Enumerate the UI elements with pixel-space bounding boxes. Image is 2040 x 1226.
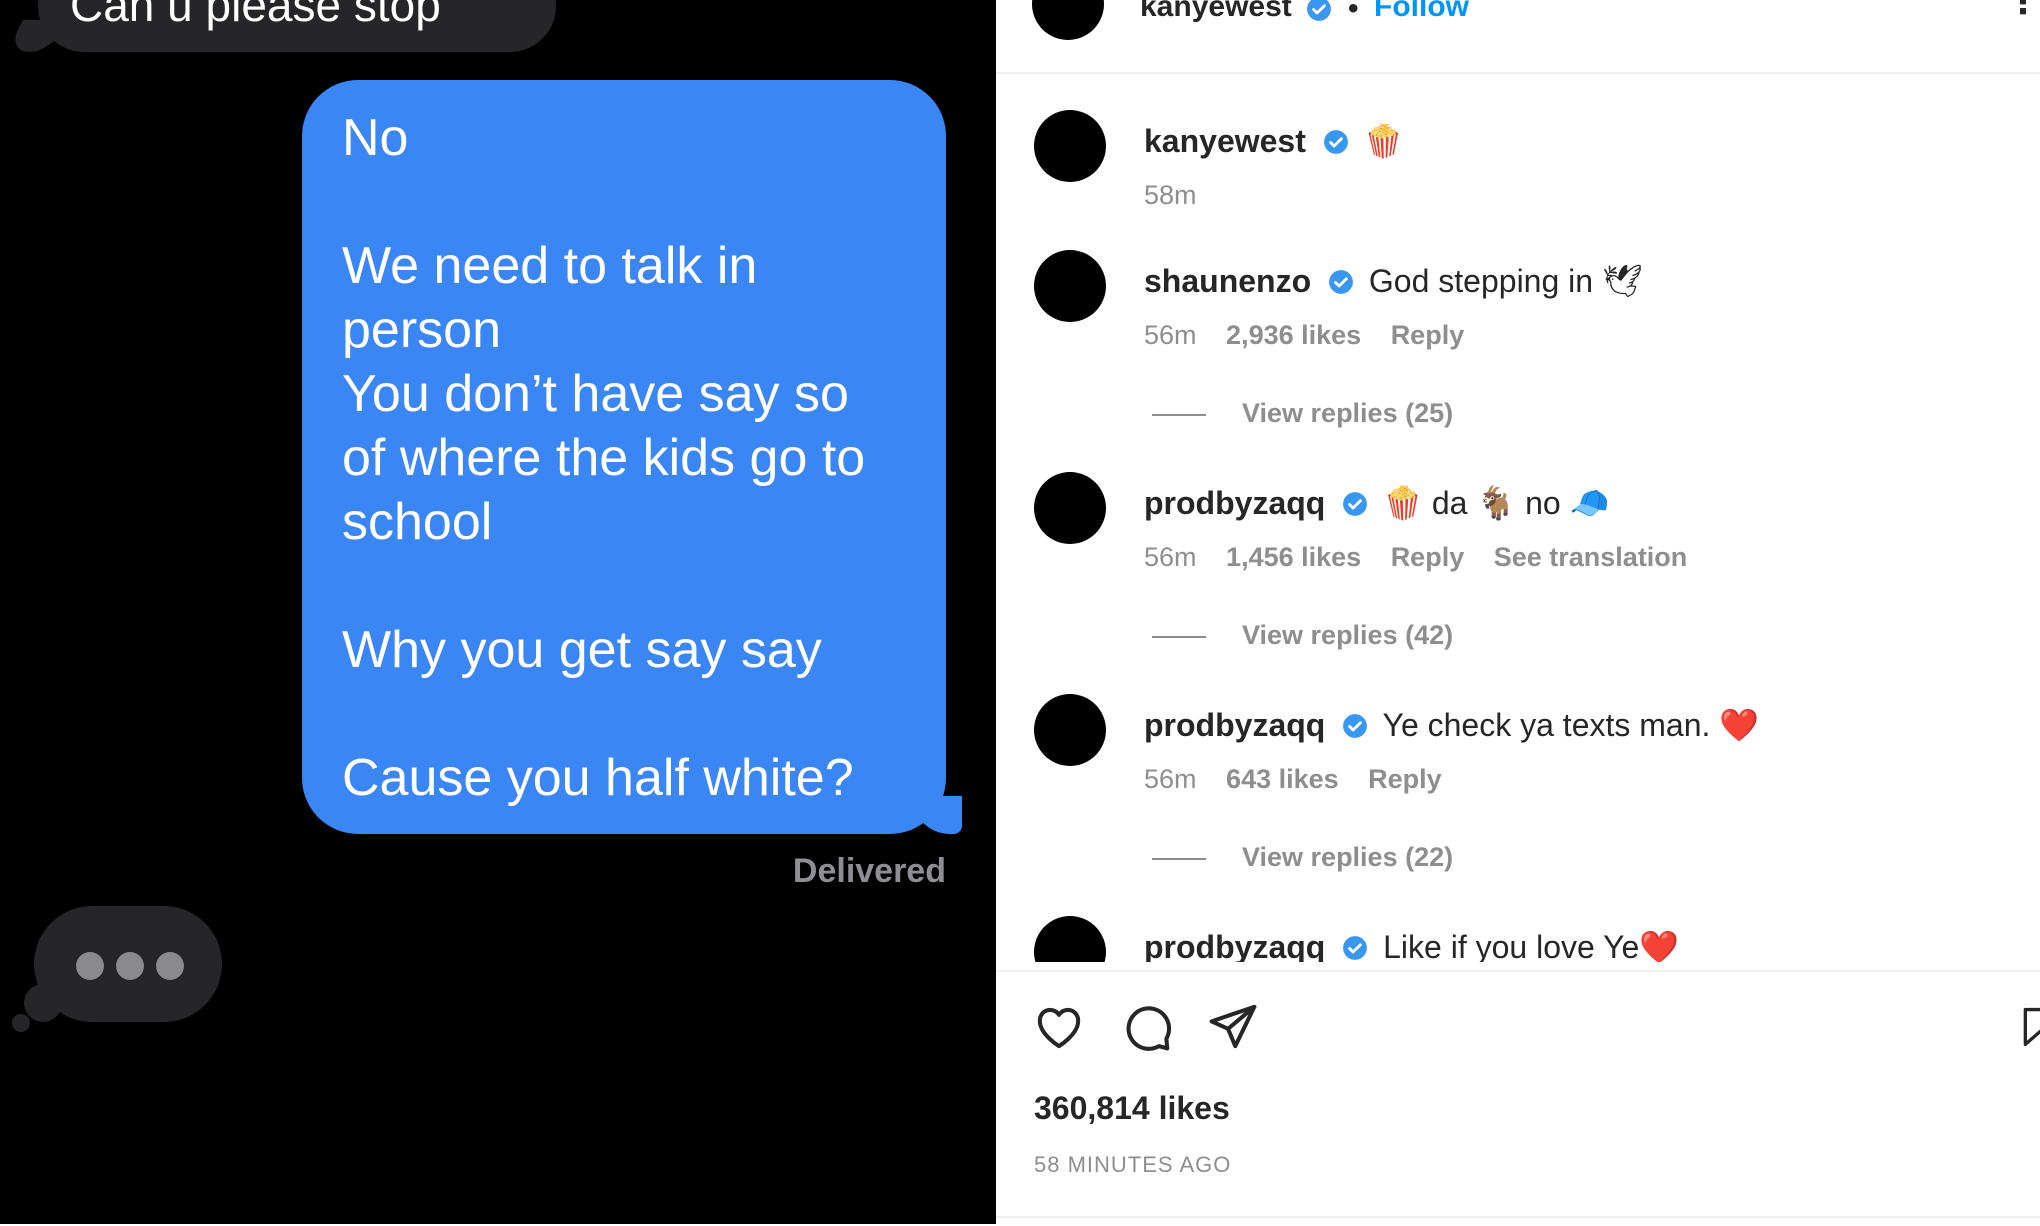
caption-emoji: 🍿 [1363, 123, 1404, 159]
sent-message-line: We need to talk in [342, 237, 758, 295]
comment-username[interactable]: prodbyzaqq [1144, 929, 1325, 962]
imessage-screenshot: Can u please stop No We need to talk in … [0, 0, 996, 1224]
post-header: kanyewest • Follow ⋮ [996, 0, 2040, 74]
comment-text: 🍿 da 🐐 no 🧢 [1383, 485, 1610, 521]
comment-line: prodbyzaqq 🍿 da 🐐 no 🧢 [1144, 484, 1609, 525]
comment-username[interactable]: shaunenzo [1144, 263, 1311, 299]
sent-message-line: of where the kids go to [342, 429, 866, 487]
verified-badge-icon [1328, 266, 1354, 303]
view-replies-label: View replies (42) [1242, 620, 1454, 650]
caption-line: kanyewest 🍿 [1144, 122, 1404, 163]
sent-message-line: Why you get say say [342, 621, 822, 679]
sent-message-line: person [342, 301, 501, 359]
heart-icon[interactable] [1032, 1000, 1086, 1059]
post-timestamp: 58 MINUTES AGO [1034, 1152, 1232, 1177]
comment-username[interactable]: prodbyzaqq [1144, 485, 1325, 521]
message-spacer [342, 682, 916, 746]
comment-line: prodbyzaqq Like if you love Ye❤️ [1144, 928, 1679, 962]
instagram-post-panel: kanyewest • Follow ⋮ kanyewest 🍿 58m sha… [996, 0, 2040, 1224]
comment-meta: 56m 1,456 likes Reply See translation [1144, 542, 1709, 573]
caption-username[interactable]: kanyewest [1144, 123, 1306, 159]
more-options-icon[interactable]: ⋮ [2006, 0, 2040, 22]
comments-list[interactable]: kanyewest 🍿 58m shaunenzo God stepping i… [996, 74, 2040, 962]
sent-message-bubble: No We need to talk in person You don’t h… [302, 80, 946, 834]
typing-tail-small [12, 1014, 30, 1032]
comment-time: 56m [1144, 320, 1197, 350]
caption-meta: 58m [1144, 180, 1219, 211]
avatar[interactable] [1034, 916, 1106, 962]
comment-username[interactable]: prodbyzaqq [1144, 707, 1325, 743]
comment-text: Ye check ya texts man. ❤️ [1382, 707, 1760, 743]
sent-message-line: Cause you half white? [342, 749, 854, 807]
comment-time: 56m [1144, 542, 1197, 572]
comment-meta: 56m 2,936 likes Reply [1144, 320, 1486, 351]
comment-meta: 56m 643 likes Reply [1144, 764, 1464, 795]
received-message-text: Can u please stop [70, 0, 441, 31]
typing-dot [156, 952, 184, 980]
sent-message-line: school [342, 493, 493, 551]
comment-line: shaunenzo God stepping in 🕊 [1144, 262, 1643, 303]
typing-indicator [34, 906, 222, 1022]
save-icon[interactable] [2018, 1000, 2040, 1059]
message-spacer [342, 170, 916, 234]
share-icon[interactable] [1206, 1000, 1260, 1059]
replies-divider [1152, 635, 1206, 638]
reply-button[interactable]: Reply [1368, 764, 1442, 794]
divider [996, 1216, 2040, 1218]
verified-badge-icon [1342, 710, 1368, 747]
comment-likes-link[interactable]: 2,936 likes [1226, 320, 1361, 350]
comment-text: Like if you love Ye❤️ [1383, 929, 1680, 962]
post-footer: 360,814 likes 58 MINUTES AGO [996, 970, 2040, 1226]
separator-dot: • [1348, 0, 1359, 25]
received-message-bubble: Can u please stop [38, 0, 556, 52]
comment-text: God stepping in 🕊 [1368, 263, 1643, 299]
comment-icon[interactable] [1120, 1000, 1174, 1059]
verified-badge-icon [1306, 0, 1332, 27]
avatar[interactable] [1034, 694, 1106, 766]
typing-dot [76, 952, 104, 980]
view-replies-button[interactable]: View replies (25) [1152, 398, 1453, 429]
avatar[interactable] [1032, 0, 1104, 40]
replies-divider [1152, 413, 1206, 416]
typing-dot [116, 952, 144, 980]
comment-likes-link[interactable]: 1,456 likes [1226, 542, 1361, 572]
follow-button[interactable]: Follow [1374, 0, 1469, 24]
view-replies-button[interactable]: View replies (22) [1152, 842, 1453, 873]
message-spacer [342, 554, 916, 618]
verified-badge-icon [1342, 932, 1368, 962]
replies-divider [1152, 857, 1206, 860]
comment-time: 56m [1144, 764, 1197, 794]
view-replies-button[interactable]: View replies (42) [1152, 620, 1453, 651]
comment-line: prodbyzaqq Ye check ya texts man. ❤️ [1144, 706, 1759, 747]
sent-message-line: You don’t have say so [342, 365, 849, 423]
view-replies-label: View replies (25) [1242, 398, 1454, 428]
header-username[interactable]: kanyewest [1140, 0, 1292, 24]
caption-time: 58m [1144, 180, 1197, 210]
comment-likes-link[interactable]: 643 likes [1226, 764, 1339, 794]
see-translation-button[interactable]: See translation [1494, 542, 1688, 572]
delivery-status: Delivered [792, 852, 946, 890]
avatar[interactable] [1034, 110, 1106, 182]
view-replies-label: View replies (22) [1242, 842, 1454, 872]
reply-button[interactable]: Reply [1391, 320, 1465, 350]
avatar[interactable] [1034, 250, 1106, 322]
avatar[interactable] [1034, 472, 1106, 544]
verified-badge-icon [1342, 488, 1368, 525]
reply-button[interactable]: Reply [1391, 542, 1465, 572]
post-likes-count[interactable]: 360,814 likes [1034, 1090, 1230, 1127]
sent-message-line: No [342, 109, 409, 167]
verified-badge-icon [1323, 126, 1349, 163]
